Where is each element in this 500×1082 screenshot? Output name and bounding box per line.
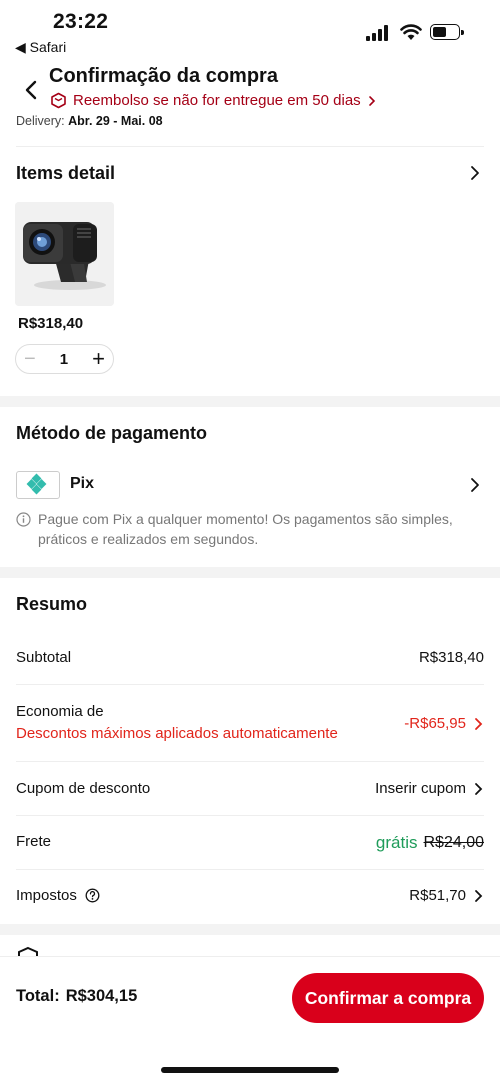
savings-value: -R$65,95	[404, 715, 466, 732]
coupon-value-group: Inserir cupom	[375, 780, 484, 797]
coupon-row[interactable]: Cupom de desconto Inserir cupom	[16, 780, 484, 798]
chevron-right-icon[interactable]	[466, 476, 484, 494]
page-header: Confirmação da compra Reembolso se não f…	[0, 58, 500, 148]
order-total: Total: R$304,15	[16, 987, 137, 1006]
total-value: R$304,15	[65, 987, 138, 1005]
pix-logo-icon	[16, 471, 60, 499]
insert-coupon-link[interactable]: Inserir cupom	[375, 780, 466, 797]
coupon-label: Cupom de desconto	[16, 780, 151, 797]
quantity-stepper: − 1 +	[15, 344, 114, 374]
divider	[16, 684, 484, 685]
back-arrow-icon[interactable]	[20, 78, 44, 102]
chevron-right-icon	[475, 717, 483, 730]
decrease-quantity-button[interactable]: −	[24, 349, 36, 369]
section-separator	[0, 567, 500, 578]
status-bar: 23:22 ◀ Safari	[0, 0, 500, 58]
back-to-safari-link[interactable]: ◀ Safari	[15, 39, 66, 56]
divider	[16, 869, 484, 870]
savings-value-group: -R$65,95	[404, 715, 484, 732]
summary-title: Resumo	[16, 594, 88, 614]
taxes-label: Impostos	[16, 887, 77, 904]
taxes-row[interactable]: Impostos R$51,70	[16, 887, 484, 904]
subtotal-row: Subtotal R$318,40	[16, 649, 484, 667]
pix-note-text: Pague com Pix a qualquer momento! Os pag…	[38, 511, 453, 547]
product-image[interactable]	[15, 202, 114, 306]
chevron-right-icon[interactable]	[466, 164, 484, 182]
confirm-purchase-button[interactable]: Confirmar a compra	[292, 973, 484, 1023]
clock: 23:22	[53, 10, 109, 33]
shipping-free: grátis	[375, 833, 418, 852]
help-icon[interactable]	[85, 888, 100, 903]
refund-guarantee-link[interactable]: Reembolso se não for entregue em 50 dias	[50, 92, 377, 109]
info-icon	[16, 512, 31, 527]
items-detail-title: Items detail	[16, 163, 116, 183]
divider	[16, 146, 484, 147]
divider	[16, 761, 484, 762]
wifi-icon	[400, 24, 422, 40]
shipping-label: Frete	[16, 833, 52, 850]
cellular-signal-icon	[366, 25, 388, 41]
shipping-row: Frete grátis R$24,00	[16, 833, 484, 853]
delivery-label: Delivery:	[16, 114, 65, 128]
delivery-dates: Abr. 29 - Mai. 08	[68, 114, 163, 128]
chevron-right-icon	[368, 95, 375, 106]
shipping-value-group: grátis R$24,00	[376, 833, 484, 853]
refund-text: Reembolso se não for entregue em 50 dias	[73, 92, 361, 109]
projector-illustration	[15, 202, 114, 306]
home-indicator[interactable]	[161, 1067, 339, 1073]
shipping-old-price: R$24,00	[423, 834, 485, 851]
taxes-value-group: R$51,70	[409, 887, 484, 904]
taxes-value: R$51,70	[409, 887, 466, 904]
subtotal-label: Subtotal	[16, 649, 72, 666]
battery-icon	[430, 24, 464, 40]
section-separator	[0, 924, 500, 935]
checkout-footer: Total: R$304,15 Confirmar a compra	[0, 956, 500, 1082]
quantity-value: 1	[59, 350, 69, 368]
increase-quantity-button[interactable]: +	[92, 348, 105, 370]
pix-info-note: Pague com Pix a qualquer momento! Os pag…	[16, 509, 476, 549]
total-label: Total:	[16, 987, 60, 1005]
payment-method-title: Método de pagamento	[16, 423, 208, 443]
subtotal-value: R$318,40	[418, 649, 484, 666]
divider	[16, 815, 484, 816]
section-separator	[0, 396, 500, 407]
package-shield-icon	[51, 92, 66, 109]
chevron-right-icon	[475, 782, 483, 795]
payment-method-pix[interactable]: Pix	[70, 475, 94, 493]
delivery-estimate: Delivery: Abr. 29 - Mai. 08	[16, 114, 163, 128]
product-price: R$318,40	[18, 315, 84, 332]
chevron-right-icon	[475, 889, 483, 902]
page-title: Confirmação da compra	[49, 65, 278, 87]
savings-row[interactable]: Economia de Descontos máximos aplicados …	[16, 703, 484, 742]
